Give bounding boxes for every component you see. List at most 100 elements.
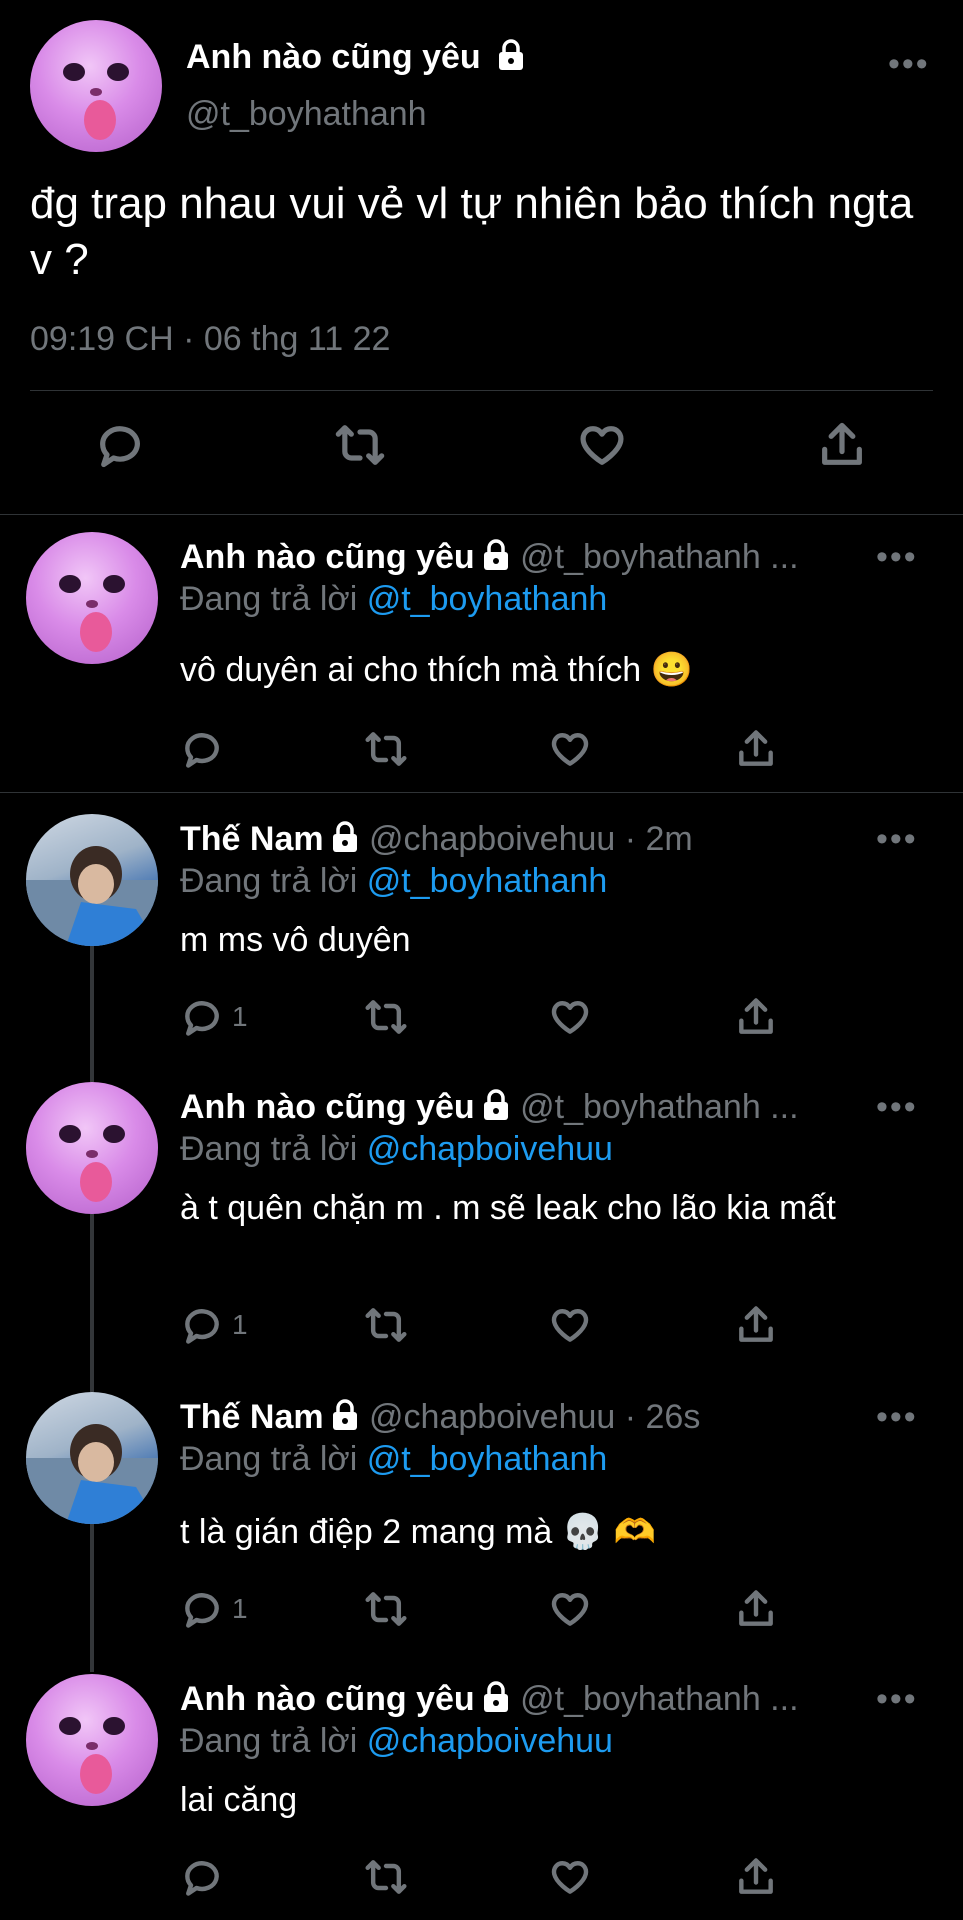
retweet-button[interactable] <box>364 724 408 774</box>
lock-icon <box>330 1398 360 1440</box>
reply-actions <box>180 724 800 774</box>
retweet-icon <box>365 732 407 766</box>
more-options-button[interactable]: ••• <box>876 1680 918 1719</box>
retweet-icon <box>365 1308 407 1342</box>
reply-button[interactable] <box>180 1852 232 1902</box>
reply-button[interactable] <box>94 420 146 470</box>
more-options-button[interactable]: ••• <box>888 45 930 84</box>
share-button[interactable] <box>734 1584 778 1634</box>
reply-button[interactable] <box>180 724 232 774</box>
reply-author-name[interactable]: Anh nào cũng yêu <box>180 538 475 576</box>
more-options-button[interactable]: ••• <box>876 538 918 577</box>
reply-text: vô duyên ai cho thích mà thích 😀 <box>180 651 693 689</box>
mention-link[interactable]: @t_boyhathanh <box>367 580 608 618</box>
reply-text: à t quên chặn m . m sẽ leak cho lão kia … <box>180 1189 836 1227</box>
reply-author-handle[interactable]: @t_boyhathanh ... <box>520 538 798 576</box>
reply-actions <box>180 1852 800 1902</box>
share-icon <box>739 998 773 1034</box>
replying-to: Đang trả lời @t_boyhathanh <box>180 1440 607 1479</box>
share-button[interactable] <box>734 1852 778 1902</box>
more-options-button[interactable]: ••• <box>876 820 918 859</box>
replying-to: Đang trả lời @chapboivehuu <box>180 1130 613 1169</box>
reply-header: Anh nào cũng yêu @t_boyhathanh ... <box>180 1680 799 1722</box>
replying-to: Đang trả lời @t_boyhathanh <box>180 580 607 619</box>
mention-link[interactable]: @chapboivehuu <box>367 1722 613 1760</box>
like-button[interactable] <box>548 1300 592 1350</box>
author-name[interactable]: Anh nào cũng yêu <box>186 38 526 80</box>
replying-prefix: Đang trả lời <box>180 862 358 900</box>
reply-button[interactable]: 1 <box>180 1300 248 1350</box>
reply-button[interactable]: 1 <box>180 992 248 1042</box>
retweet-icon <box>365 1000 407 1034</box>
like-button[interactable] <box>548 992 592 1042</box>
heart-icon <box>551 1309 589 1342</box>
reply-author-handle[interactable]: @chapboivehuu · 26s <box>369 1398 700 1436</box>
heart-icon <box>551 1861 589 1894</box>
like-button[interactable] <box>548 1852 592 1902</box>
divider <box>30 390 933 391</box>
reply-actions: 1 <box>180 992 800 1042</box>
heart-icon <box>551 733 589 766</box>
thread-line <box>90 946 94 1082</box>
retweet-button[interactable] <box>364 1300 408 1350</box>
lock-icon <box>481 1088 511 1130</box>
share-icon <box>739 1306 773 1342</box>
reply-author-name[interactable]: Thế Nam <box>180 820 324 858</box>
reply-avatar[interactable] <box>26 1674 158 1806</box>
reply-header: Anh nào cũng yêu @t_boyhathanh ... <box>180 538 799 580</box>
retweet-icon <box>365 1592 407 1626</box>
tweet-timestamp[interactable]: 09:19 CH · 06 thg 11 22 <box>30 320 390 359</box>
share-button[interactable] <box>734 1300 778 1350</box>
reply-button[interactable]: 1 <box>180 1584 248 1634</box>
reply-count: 1 <box>232 1001 248 1032</box>
share-button[interactable] <box>816 420 868 470</box>
like-button[interactable] <box>548 1584 592 1634</box>
reply-count: 1 <box>232 1309 248 1340</box>
author-handle[interactable]: @t_boyhathanh <box>186 95 427 134</box>
reply-author-name[interactable]: Thế Nam <box>180 1398 324 1436</box>
retweet-button[interactable] <box>364 1852 408 1902</box>
reply-author-handle[interactable]: @chapboivehuu · 2m <box>369 820 693 858</box>
retweet-icon <box>365 1860 407 1894</box>
lock-icon <box>496 38 526 80</box>
reply-icon <box>185 733 219 768</box>
retweet-button[interactable] <box>364 1584 408 1634</box>
reply-avatar[interactable] <box>26 814 158 946</box>
reply-count: 1 <box>232 1593 248 1624</box>
reply-text: m ms vô duyên <box>180 921 411 959</box>
share-button[interactable] <box>734 992 778 1042</box>
more-options-button[interactable]: ••• <box>876 1088 918 1127</box>
mention-link[interactable]: @t_boyhathanh <box>367 862 608 900</box>
reply-avatar[interactable] <box>26 532 158 664</box>
lock-icon <box>481 538 511 580</box>
reply-author-handle[interactable]: @t_boyhathanh ... <box>520 1680 798 1718</box>
reply-author-handle[interactable]: @t_boyhathanh ... <box>520 1088 798 1126</box>
author-avatar[interactable] <box>30 20 162 152</box>
reply-author-name[interactable]: Anh nào cũng yêu <box>180 1088 475 1126</box>
thread-line <box>90 1214 94 1392</box>
thread-line <box>90 1524 94 1672</box>
reply-avatar[interactable] <box>26 1082 158 1214</box>
reply-header: Thế Nam @chapboivehuu · 26s <box>180 1398 700 1440</box>
reply-icon <box>185 1593 219 1628</box>
heart-icon <box>551 1001 589 1034</box>
reply-actions: 1 <box>180 1584 800 1634</box>
retweet-icon <box>335 425 385 465</box>
replying-prefix: Đang trả lời <box>180 1440 358 1478</box>
retweet-button[interactable] <box>364 992 408 1042</box>
mention-link[interactable]: @chapboivehuu <box>367 1130 613 1168</box>
like-button[interactable] <box>576 420 628 470</box>
mention-link[interactable]: @t_boyhathanh <box>367 1440 608 1478</box>
reply-author-name[interactable]: Anh nào cũng yêu <box>180 1680 475 1718</box>
divider <box>0 792 963 793</box>
more-options-button[interactable]: ••• <box>876 1398 918 1437</box>
like-button[interactable] <box>548 724 592 774</box>
reply-avatar[interactable] <box>26 1392 158 1524</box>
author-name-text: Anh nào cũng yêu <box>186 38 481 76</box>
reply-icon <box>185 1001 219 1036</box>
heart-icon <box>551 1593 589 1626</box>
share-button[interactable] <box>734 724 778 774</box>
reply-icon <box>100 426 140 468</box>
reply-header: Thế Nam @chapboivehuu · 2m <box>180 820 693 862</box>
retweet-button[interactable] <box>334 420 386 470</box>
